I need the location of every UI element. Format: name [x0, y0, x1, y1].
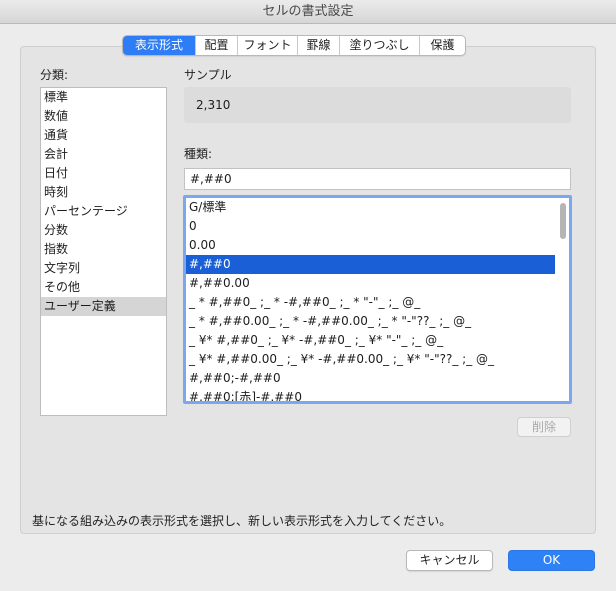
category-item[interactable]: その他: [41, 278, 166, 297]
format-list[interactable]: G/標準 0 0.00 #,##0 #,##0.00 _ * #,##0_ ;_…: [183, 195, 572, 404]
category-item[interactable]: パーセンテージ: [41, 202, 166, 221]
category-item[interactable]: 分数: [41, 221, 166, 240]
format-item[interactable]: _ ¥* #,##0_ ;_ ¥* -#,##0_ ;_ ¥* "-"_ ;_ …: [186, 331, 555, 350]
category-item[interactable]: 通貨: [41, 126, 166, 145]
category-label: 分類:: [40, 68, 69, 82]
tab-protection[interactable]: 保護: [419, 36, 465, 55]
format-item[interactable]: _ * #,##0_ ;_ * -#,##0_ ;_ * "-"_ ;_ @_: [186, 293, 555, 312]
category-item[interactable]: 標準: [41, 88, 166, 107]
ok-button[interactable]: OK: [508, 550, 595, 571]
format-item[interactable]: _ * #,##0.00_ ;_ * -#,##0.00_ ;_ * "-"??…: [186, 312, 555, 331]
category-item[interactable]: 時刻: [41, 183, 166, 202]
format-item[interactable]: G/標準: [186, 198, 555, 217]
category-list[interactable]: 標準 数値 通貨 会計 日付 時刻 パーセンテージ 分数 指数 文字列 その他 …: [40, 87, 167, 416]
category-item[interactable]: 日付: [41, 164, 166, 183]
sample-label: サンプル: [184, 68, 232, 82]
format-code-input[interactable]: [184, 168, 571, 190]
sample-value: 2,310: [184, 87, 571, 123]
category-item[interactable]: 数値: [41, 107, 166, 126]
delete-button[interactable]: 削除: [517, 417, 571, 437]
tab-font[interactable]: フォント: [237, 36, 297, 55]
format-item[interactable]: #,##0.00: [186, 274, 555, 293]
category-item[interactable]: 文字列: [41, 259, 166, 278]
category-item[interactable]: 指数: [41, 240, 166, 259]
cancel-button[interactable]: キャンセル: [406, 550, 493, 571]
category-item[interactable]: 会計: [41, 145, 166, 164]
tab-fill[interactable]: 塗りつぶし: [339, 36, 419, 55]
tab-alignment[interactable]: 配置: [195, 36, 237, 55]
format-item[interactable]: 0: [186, 217, 555, 236]
help-description: 基になる組み込みの表示形式を選択し、新しい表示形式を入力してください。: [32, 514, 452, 528]
tab-bar: 表示形式 配置 フォント 罫線 塗りつぶし 保護: [122, 35, 466, 56]
format-list-scrollbar[interactable]: [558, 200, 568, 400]
tab-border[interactable]: 罫線: [297, 36, 339, 55]
format-item[interactable]: 0.00: [186, 236, 555, 255]
category-item-selected[interactable]: ユーザー定義: [41, 297, 166, 316]
scrollbar-thumb[interactable]: [560, 203, 566, 239]
format-item[interactable]: _ ¥* #,##0.00_ ;_ ¥* -#,##0.00_ ;_ ¥* "-…: [186, 350, 555, 369]
type-label: 種類:: [184, 147, 213, 161]
tab-number-format[interactable]: 表示形式: [123, 36, 195, 55]
format-item[interactable]: #,##0;[赤]-#,##0: [186, 388, 555, 401]
format-item[interactable]: #,##0;-#,##0: [186, 369, 555, 388]
window-title: セルの書式設定: [0, 0, 616, 24]
format-item-selected[interactable]: #,##0: [186, 255, 555, 274]
